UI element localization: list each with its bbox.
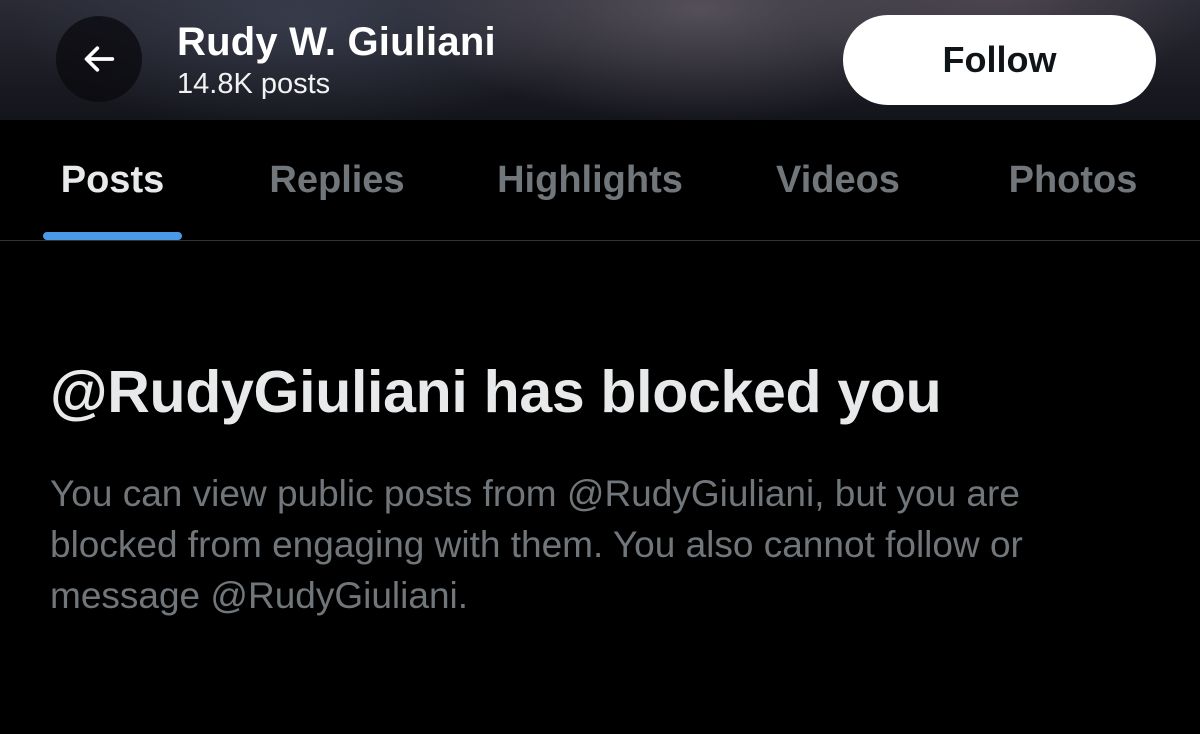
tab-videos[interactable]: Videos: [755, 120, 921, 240]
back-button[interactable]: [56, 16, 142, 102]
active-tab-indicator: [43, 232, 182, 240]
arrow-left-icon: [84, 46, 115, 72]
tab-replies[interactable]: Replies: [252, 120, 422, 240]
follow-button[interactable]: Follow: [843, 15, 1156, 105]
tab-posts[interactable]: Posts: [43, 120, 182, 240]
post-count: 14.8K posts: [177, 68, 331, 100]
tab-highlights[interactable]: Highlights: [475, 120, 705, 240]
profile-header: Rudy W. Giuliani 14.8K posts Follow: [0, 0, 1200, 120]
profile-name: Rudy W. Giuliani: [177, 20, 496, 64]
blocked-title: @RudyGiuliani has blocked you: [50, 359, 942, 425]
profile-tabs: Posts Replies Highlights Videos Photos: [0, 120, 1200, 241]
blocked-message: You can view public posts from @RudyGiul…: [50, 473, 1023, 616]
tab-photos[interactable]: Photos: [988, 120, 1158, 240]
